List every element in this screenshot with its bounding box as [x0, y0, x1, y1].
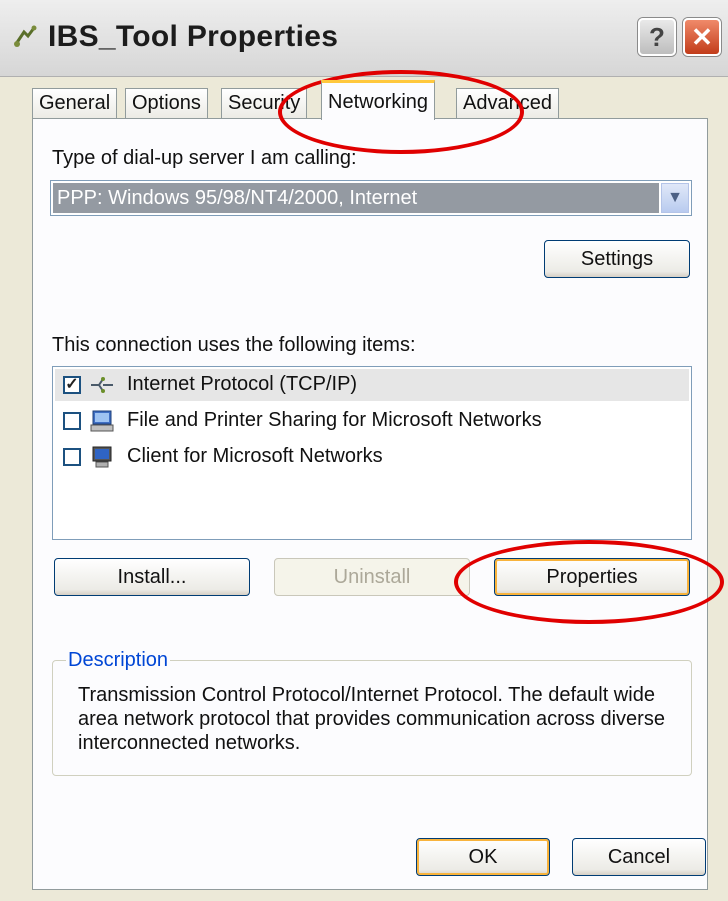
settings-button[interactable]: Settings [544, 240, 690, 278]
item-checkbox[interactable] [63, 448, 81, 466]
tab-advanced[interactable]: Advanced [456, 88, 559, 118]
tab-security[interactable]: Security [221, 88, 308, 118]
network-protocol-icon [91, 377, 113, 393]
network-service-icon [90, 410, 114, 432]
properties-button[interactable]: Properties [494, 558, 690, 596]
server-type-label: Type of dial-up server I am calling: [52, 147, 357, 169]
help-button[interactable]: ? [638, 18, 676, 56]
description-text: Transmission Control Protocol/Internet P… [78, 684, 665, 754]
item-label: Internet Protocol (TCP/IP) [127, 373, 358, 395]
chevron-down-icon[interactable]: ▼ [661, 183, 689, 213]
title-bar[interactable]: IBS_Tool Properties ? ✕ [0, 0, 728, 77]
tab-networking[interactable]: Networking [321, 80, 436, 120]
item-label: File and Printer Sharing for Microsoft N… [127, 409, 542, 431]
item-checkbox[interactable]: ✓ [63, 376, 81, 394]
close-button[interactable]: ✕ [683, 18, 721, 56]
properties-dialog: IBS_Tool Properties ? ✕ General Options … [0, 0, 728, 901]
item-checkbox[interactable] [63, 412, 81, 430]
list-item[interactable]: ✓ Internet Protocol (TCP/IP) [55, 369, 689, 401]
tab-options[interactable]: Options [125, 88, 208, 118]
server-type-dropdown[interactable]: PPP: Windows 95/98/NT4/2000, Internet ▼ [50, 180, 692, 216]
dial-up-connection-icon [14, 25, 37, 47]
cancel-button[interactable]: Cancel [572, 838, 706, 876]
network-client-icon [92, 446, 112, 468]
item-label: Client for Microsoft Networks [127, 445, 383, 467]
list-item[interactable]: Client for Microsoft Networks [55, 441, 689, 473]
connection-items-list[interactable]: ✓ Internet Protocol (TCP/IP) File and Pr… [52, 366, 692, 540]
items-label: This connection uses the following items… [52, 334, 416, 356]
list-item[interactable]: File and Printer Sharing for Microsoft N… [55, 405, 689, 437]
description-title: Description [66, 649, 171, 672]
uninstall-button[interactable]: Uninstall [274, 558, 470, 596]
window-title: IBS_Tool Properties [48, 20, 339, 53]
tab-general[interactable]: General [32, 88, 118, 118]
server-type-value: PPP: Windows 95/98/NT4/2000, Internet [53, 183, 659, 213]
install-button[interactable]: Install... [54, 558, 250, 596]
ok-button[interactable]: OK [416, 838, 550, 876]
